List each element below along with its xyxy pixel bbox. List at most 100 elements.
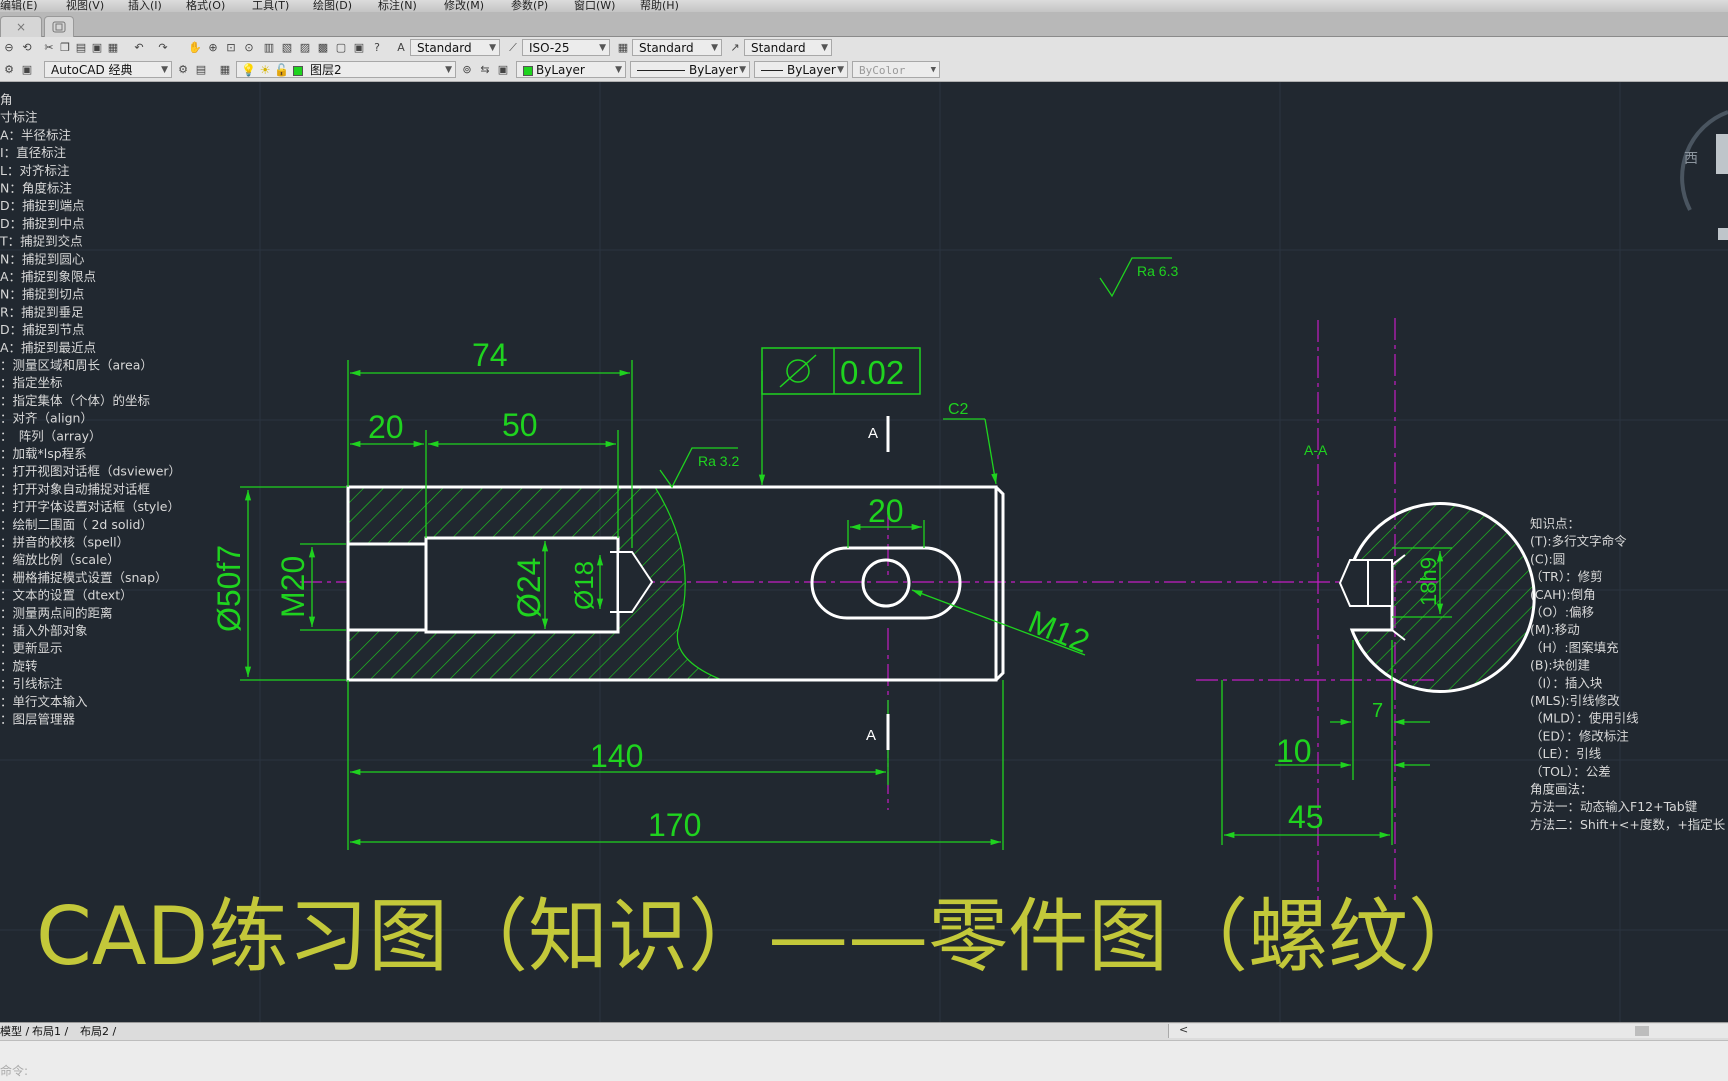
match-properties-icon[interactable]: ▣ (90, 41, 104, 55)
pan-icon[interactable]: ✋ (188, 41, 202, 55)
rightnotes-line: (MLS):引线修改 (1530, 693, 1620, 708)
menu-item-3[interactable]: 格式(O) (186, 0, 225, 12)
layer-states-icon[interactable]: ▣ (496, 63, 510, 77)
leftnotes-line: ：栅格捕捉模式设置（snap） (0, 570, 168, 585)
menu-item-4[interactable]: 工具(T) (252, 0, 289, 12)
document-tab[interactable]: × (0, 16, 42, 37)
workspace-select[interactable]: AutoCAD 经典 ▼ (44, 61, 172, 78)
tab-layout2[interactable]: 布局2 / (80, 1024, 116, 1039)
dim-45: 45 (1288, 799, 1324, 835)
linetype-select[interactable]: ByLayer ▼ (630, 61, 750, 78)
dim-phi24: Ø24 (511, 558, 547, 618)
dim-style-select[interactable]: ISO-25 ▼ (522, 39, 610, 56)
tab-layout1[interactable]: 布局1 / (32, 1024, 68, 1039)
leftnotes-line: 寸标注 (0, 110, 38, 125)
menu-bar: 编辑(E) 视图(V) 插入(I) 格式(O) 工具(T) 绘图(D) 标注(N) 修改(M)… (0, 0, 1728, 12)
leftnotes-line: R：捕捉到垂足 (0, 304, 84, 319)
leftnotes-line: A：捕捉到最近点 (0, 340, 96, 355)
zoom-previous-icon[interactable]: ⟲ (20, 41, 34, 55)
cut-icon[interactable]: ✂ (42, 41, 56, 55)
menu-item-6[interactable]: 标注(N) (378, 0, 417, 12)
drawing-canvas[interactable]: 角寸标注 A：半径标注 I：直径标注 L：对齐标注 N：角度标注 D：捕捉到端点 D：捕捉到… (0, 82, 1728, 1022)
chevron-down-icon: ▼ (739, 65, 746, 75)
zoom-extents-icon[interactable]: ⊙ (242, 41, 256, 55)
workspace-settings-icon[interactable]: ⚙ (2, 63, 16, 77)
command-prompt[interactable]: 命令: (0, 1062, 28, 1079)
menu-item-0[interactable]: 编辑(E) (0, 0, 38, 12)
video-caption: CAD练习图（知识）——零件图（螺纹） (36, 890, 1488, 983)
multileader-style-icon[interactable]: ↗ (728, 41, 742, 55)
right-knowledge-notes: 知识点： (T):多行文字命令 (C):圆 （TR）：修剪 (CAH):倒角 （O）:偏移… (1530, 516, 1726, 832)
zoom-window-icon-2[interactable]: ⊡ (224, 41, 238, 55)
color-value: ByLayer (536, 63, 585, 77)
new-tab-button[interactable] (44, 16, 74, 37)
viewcube[interactable]: 西 (1680, 110, 1728, 240)
menu-item-2[interactable]: 插入(I) (128, 0, 162, 12)
lineweight-select[interactable]: ByLayer ▼ (754, 61, 848, 78)
chevron-down-icon: ▼ (821, 43, 828, 53)
scroll-left-icon[interactable]: < (1179, 1023, 1188, 1036)
design-center-icon[interactable]: ▧ (280, 41, 294, 55)
leftnotes-line: ：绘制二围面（ 2d solid） (0, 517, 153, 532)
table-style-select[interactable]: Standard ▼ (632, 39, 722, 56)
help-icon[interactable]: ? (370, 41, 384, 55)
layer-select[interactable]: 💡 ☀ 🔓 图层2 ▼ (236, 61, 456, 78)
tab-model[interactable]: 模型 / (0, 1024, 29, 1039)
zoom-window-icon[interactable]: ⊖ (2, 41, 16, 55)
close-tab-icon[interactable]: × (16, 20, 26, 34)
color-select[interactable]: ByLayer ▼ (516, 61, 626, 78)
command-line-area[interactable] (0, 1040, 1728, 1081)
calculator-icon[interactable]: ▣ (352, 41, 366, 55)
tool-palettes-icon[interactable]: ▨ (298, 41, 312, 55)
table-style-icon[interactable]: ▦ (616, 41, 630, 55)
leftnotes-line: ：文本的设置（dtext） (0, 588, 133, 603)
leftnotes-line: ：对齐（align） (0, 411, 93, 426)
menu-item-9[interactable]: 窗口(W) (574, 0, 615, 12)
left-command-notes: 角寸标注 A：半径标注 I：直径标注 L：对齐标注 N：角度标注 D：捕捉到端点 D：捕捉到… (0, 92, 181, 727)
sheet-set-icon[interactable]: ▩ (316, 41, 330, 55)
multileader-style-select[interactable]: Standard ▼ (744, 39, 832, 56)
menu-item-7[interactable]: 修改(M) (444, 0, 484, 12)
leftnotes-line: ：旋转 (0, 658, 38, 673)
leftnotes-line: ：拼音的校核（spell） (0, 535, 129, 550)
layer-properties-icon[interactable]: ▦ (218, 63, 232, 77)
scroll-thumb[interactable] (1635, 1026, 1649, 1036)
layer-previous-icon[interactable]: ⇆ (478, 63, 492, 77)
dim-10: 10 (1276, 733, 1312, 769)
dim-170: 170 (648, 807, 701, 843)
undo-icon[interactable]: ↶ (132, 41, 146, 55)
make-current-layer-icon[interactable]: ⊚ (460, 63, 474, 77)
leftnotes-line: ： 阵列（array） (0, 428, 102, 443)
workspace-gear-icon[interactable]: ⚙ (176, 63, 190, 77)
markup-icon[interactable]: ▢ (334, 41, 348, 55)
dim-m20: M20 (275, 556, 311, 618)
rightnotes-line: （LE）：引线 (1530, 746, 1602, 761)
customize-icon[interactable]: ▤ (194, 63, 208, 77)
leftnotes-line: I：直径标注 (0, 145, 67, 160)
workspace-value: AutoCAD 经典 (51, 63, 133, 77)
dim-18h9: 18h9 (1416, 557, 1441, 606)
leftnotes-line: N：角度标注 (0, 181, 72, 196)
leftnotes-line: ：打开视图对话框（dsviewer） (0, 464, 181, 479)
new-document-icon (52, 21, 66, 33)
shaft-front-view (346, 485, 1005, 682)
zoom-realtime-icon[interactable]: ⊕ (206, 41, 220, 55)
paste-icon[interactable]: ▤ (74, 41, 88, 55)
menu-item-10[interactable]: 帮助(H) (640, 0, 679, 12)
dim-style-icon[interactable]: ⟋ (506, 41, 520, 55)
linetype-value: ByLayer (689, 63, 738, 77)
copy-icon[interactable]: ❐ (58, 41, 72, 55)
text-style-icon[interactable]: A (394, 41, 408, 55)
table-style-value: Standard (639, 41, 694, 55)
block-editor-icon[interactable]: ▦ (106, 41, 120, 55)
save-workspace-icon[interactable]: ▣ (20, 63, 34, 77)
redo-icon[interactable]: ↷ (156, 41, 170, 55)
leftnotes-line: T：捕捉到交点 (0, 234, 83, 249)
menu-item-8[interactable]: 参数(P) (511, 0, 548, 12)
dim-74: 74 (472, 337, 508, 373)
menu-item-5[interactable]: 绘图(D) (313, 0, 352, 12)
text-style-select[interactable]: Standard ▼ (410, 39, 500, 56)
horizontal-scrollbar[interactable]: < (1168, 1023, 1728, 1038)
menu-item-1[interactable]: 视图(V) (66, 0, 104, 12)
properties-icon[interactable]: ▥ (262, 41, 276, 55)
